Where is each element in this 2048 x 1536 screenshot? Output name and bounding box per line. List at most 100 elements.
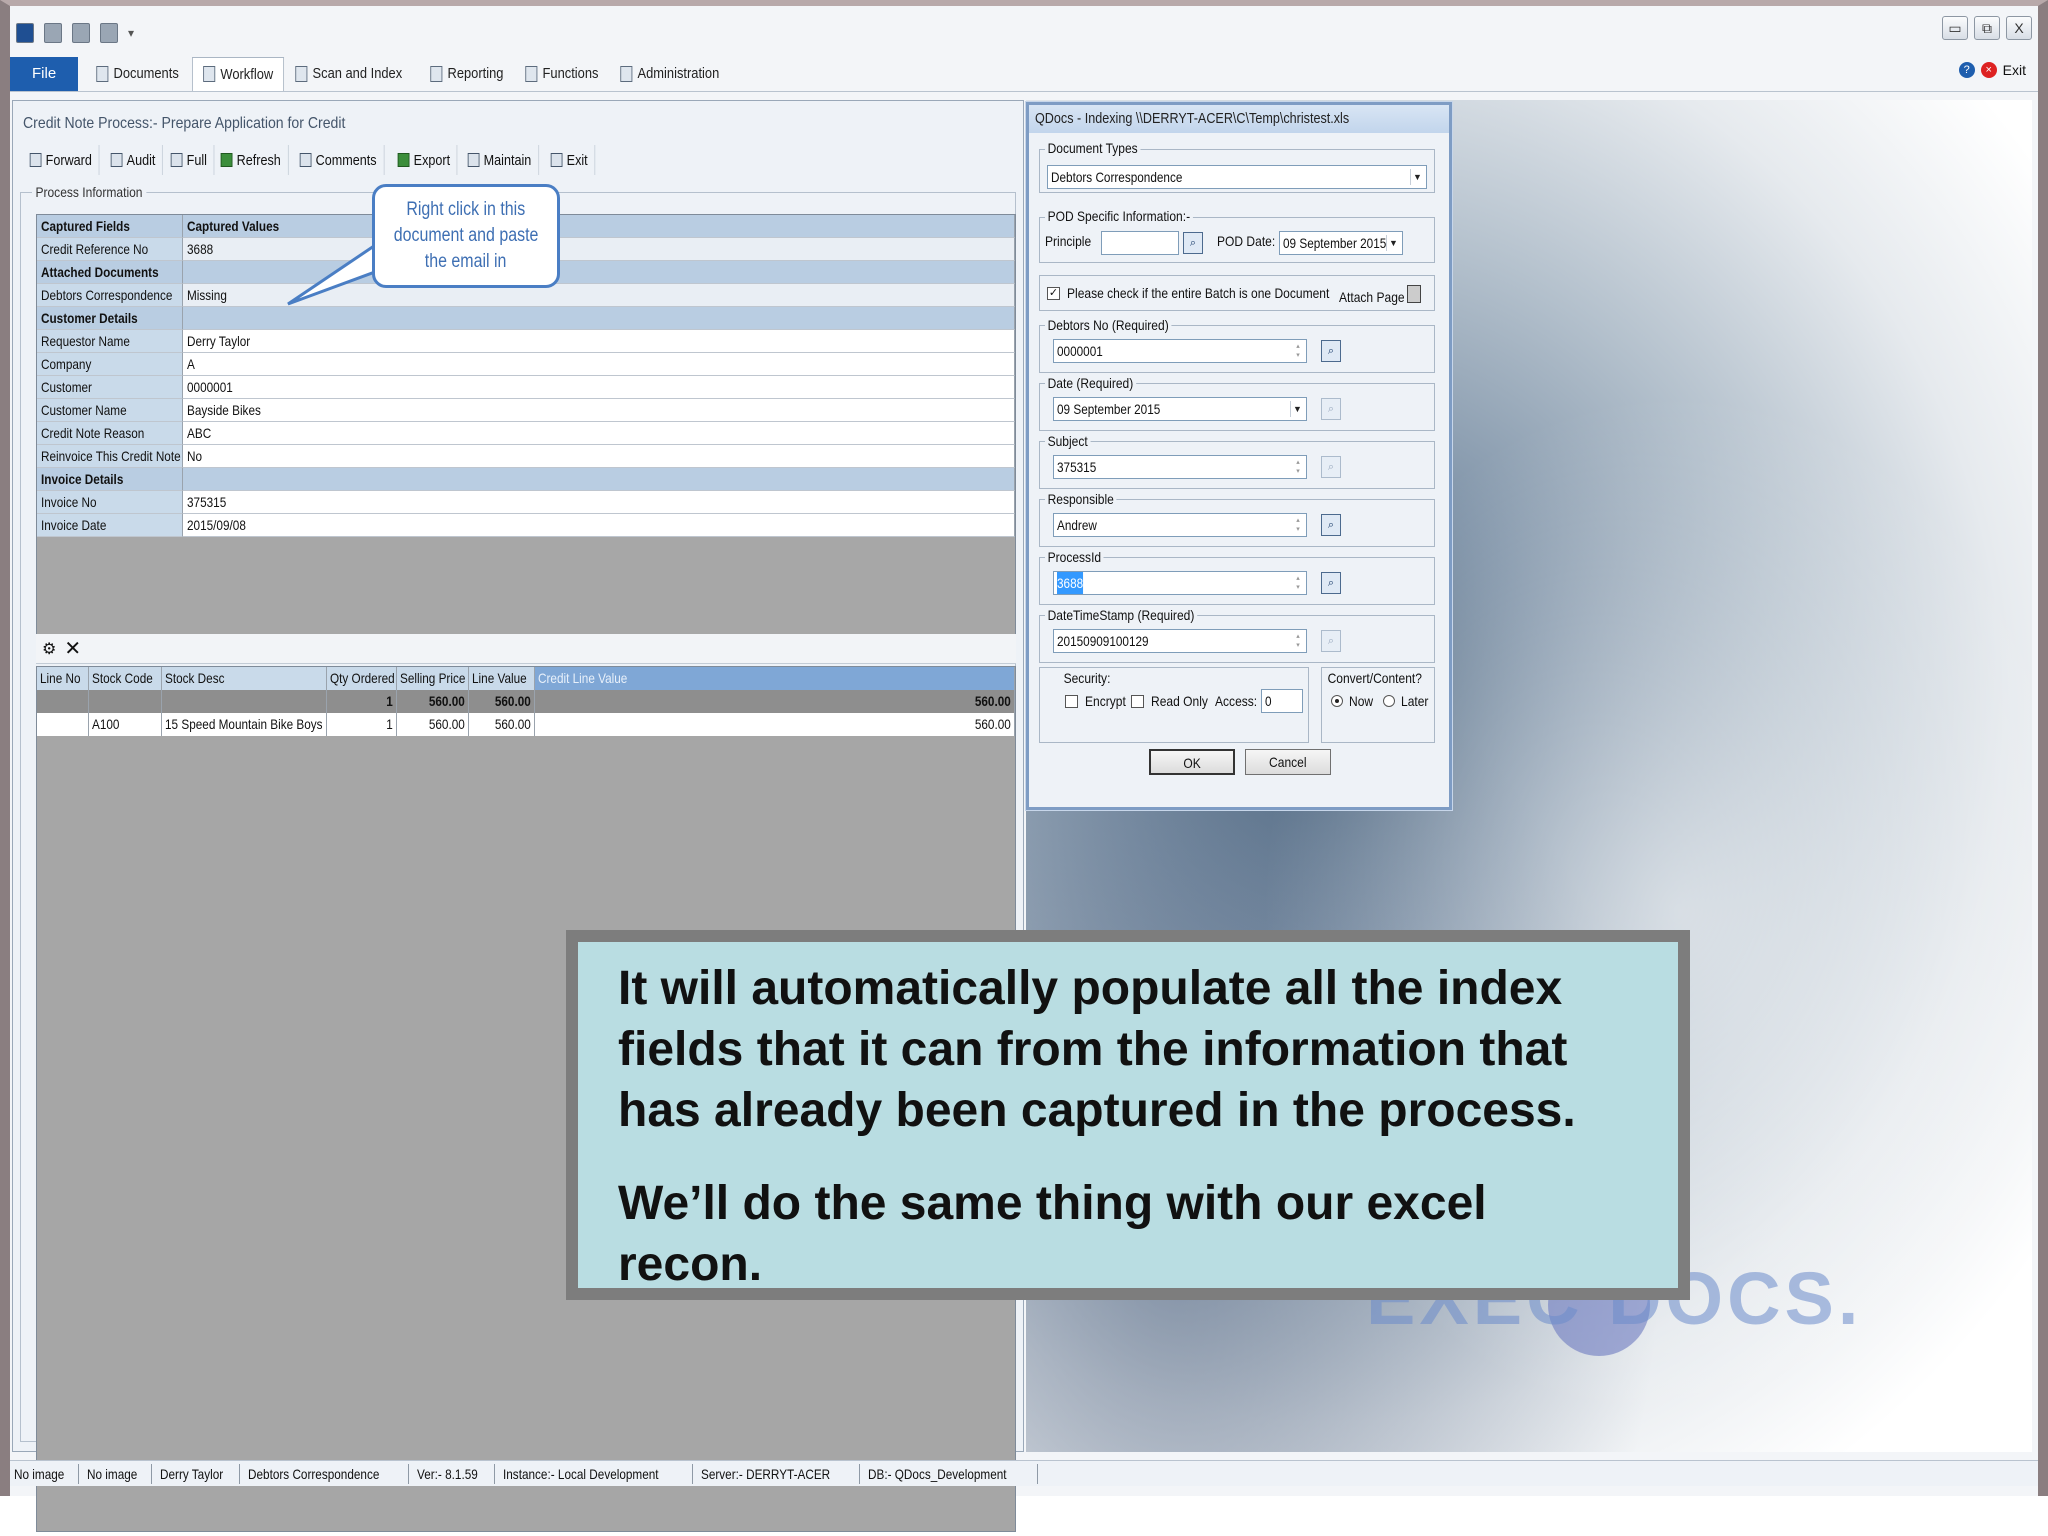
- lines-totals-row[interactable]: 1 560.00 560.00 560.00: [37, 690, 1015, 713]
- help-icon[interactable]: ?: [1958, 62, 1975, 78]
- field-value[interactable]: Derry Taylor: [183, 330, 1015, 353]
- lookup-icon[interactable]: ⌕: [1321, 398, 1341, 420]
- field-value[interactable]: 2015/09/08: [183, 514, 1015, 537]
- tab-file[interactable]: File: [10, 56, 79, 91]
- index-field-input[interactable]: 3688 ▴ ▾: [1053, 571, 1307, 595]
- lookup-icon[interactable]: ⌕: [1321, 340, 1341, 362]
- spinner-icon[interactable]: ▴ ▾: [1293, 342, 1303, 360]
- app-icon[interactable]: [16, 23, 34, 43]
- index-field-input[interactable]: Andrew ▴ ▾: [1053, 513, 1307, 537]
- table-row[interactable]: A100 15 Speed Mountain Bike Boys 1 560.00 56…: [37, 713, 1015, 736]
- index-field-label: Responsible: [1045, 491, 1117, 507]
- line-cell: 1: [327, 690, 397, 713]
- now-label: Now: [1349, 693, 1374, 709]
- tab-administration[interactable]: Administration: [610, 57, 730, 91]
- spinner-icon[interactable]: ▴ ▾: [1293, 574, 1303, 592]
- access-input[interactable]: 0: [1261, 689, 1303, 713]
- field-value[interactable]: No: [183, 445, 1015, 468]
- audit-button[interactable]: Audit: [104, 145, 163, 175]
- cancel-button[interactable]: Cancel: [1245, 749, 1331, 775]
- principle-input[interactable]: [1101, 231, 1179, 255]
- grid-field-row[interactable]: Reinvoice This Credit Note No: [37, 445, 1015, 468]
- index-field-input[interactable]: 375315 ▴ ▾: [1053, 455, 1307, 479]
- exit-link[interactable]: Exit: [2003, 62, 2026, 78]
- field-name: Company: [37, 353, 183, 376]
- pod-date-picker[interactable]: 09 September 2015 ▼: [1279, 231, 1403, 255]
- tab-workflow[interactable]: Workflow: [192, 56, 285, 91]
- grid-field-row[interactable]: Invoice No 375315: [37, 491, 1015, 514]
- functions-icon: [525, 65, 538, 82]
- forward-button[interactable]: Forward: [23, 145, 100, 175]
- chevron-down-icon[interactable]: ▼: [1410, 169, 1424, 185]
- tab-scan-and-index[interactable]: Scan and Index: [285, 57, 412, 91]
- comments-button[interactable]: Comments: [293, 145, 385, 175]
- field-value[interactable]: 0000001: [183, 376, 1015, 399]
- column-header[interactable]: Stock Code: [89, 667, 162, 690]
- encrypt-checkbox[interactable]: [1065, 695, 1078, 708]
- column-header[interactable]: Qty Ordered: [327, 667, 397, 690]
- attach-page-button[interactable]: Attach Page: [1339, 289, 1405, 305]
- chevron-down-icon[interactable]: ▼: [1386, 235, 1400, 251]
- close-button[interactable]: X: [2006, 16, 2032, 40]
- full-button[interactable]: Full: [164, 145, 215, 175]
- column-header[interactable]: Line Value: [469, 667, 535, 690]
- index-field-input[interactable]: 09 September 2015 ▼: [1053, 397, 1307, 421]
- indexing-dialog: QDocs - Indexing \\DERRYT-ACER\C\Temp\ch…: [1026, 102, 1452, 810]
- callout-line: the email in: [425, 251, 507, 272]
- customize-dropdown-icon[interactable]: ▾: [128, 26, 134, 40]
- save-icon[interactable]: [44, 23, 62, 43]
- attach-icon[interactable]: [100, 23, 118, 43]
- now-radio[interactable]: [1331, 695, 1343, 707]
- grid-field-row[interactable]: Credit Note Reason ABC: [37, 422, 1015, 445]
- grid-field-row[interactable]: Company A: [37, 353, 1015, 376]
- chevron-down-icon[interactable]: ▼: [1290, 401, 1304, 417]
- column-header[interactable]: Credit Line Value: [535, 667, 1015, 690]
- scan-icon[interactable]: [72, 23, 90, 43]
- grid-field-row[interactable]: Invoice Date 2015/09/08: [37, 514, 1015, 537]
- field-value[interactable]: Bayside Bikes: [183, 399, 1015, 422]
- quick-access-toolbar: ▾: [10, 12, 134, 54]
- field-value[interactable]: ABC: [183, 422, 1015, 445]
- delete-line-icon[interactable]: ✕: [64, 636, 81, 661]
- column-header[interactable]: Selling Price: [397, 667, 469, 690]
- minimize-button[interactable]: ▭: [1942, 16, 1968, 40]
- principle-label: Principle: [1045, 233, 1092, 249]
- exit-button[interactable]: Exit: [544, 145, 595, 175]
- tab-documents[interactable]: Documents: [86, 57, 189, 91]
- read-only-checkbox[interactable]: [1131, 695, 1144, 708]
- grid-field-row[interactable]: Customer 0000001: [37, 376, 1015, 399]
- index-field-input[interactable]: 20150909100129 ▴ ▾: [1053, 629, 1307, 653]
- export-button[interactable]: Export: [391, 145, 459, 175]
- ok-button[interactable]: OK: [1149, 749, 1235, 775]
- spinner-icon[interactable]: ▴ ▾: [1293, 516, 1303, 534]
- lookup-icon[interactable]: ⌕: [1321, 630, 1341, 652]
- lookup-icon[interactable]: ⌕: [1321, 456, 1341, 478]
- tab-reporting[interactable]: Reporting: [420, 57, 514, 91]
- add-line-icon[interactable]: ⚙: [42, 639, 56, 659]
- spinner-icon[interactable]: ▴ ▾: [1293, 632, 1303, 650]
- principle-lookup-icon[interactable]: ⌕: [1183, 232, 1203, 254]
- lines-toolbar: ⚙ ✕: [36, 634, 1016, 664]
- later-radio[interactable]: [1383, 695, 1395, 707]
- refresh-button[interactable]: Refresh: [214, 145, 289, 175]
- document-type-select[interactable]: Debtors Correspondence ▼: [1047, 165, 1427, 189]
- restore-button[interactable]: ⧉: [1974, 16, 2000, 40]
- batch-checkbox[interactable]: ✓: [1047, 287, 1060, 300]
- lookup-icon[interactable]: ⌕: [1321, 572, 1341, 594]
- line-cell: [37, 713, 89, 736]
- maintain-button[interactable]: Maintain: [461, 145, 539, 175]
- trash-icon[interactable]: [1407, 285, 1421, 303]
- tab-functions[interactable]: Functions: [515, 57, 609, 91]
- grid-field-row[interactable]: Customer Name Bayside Bikes: [37, 399, 1015, 422]
- column-header[interactable]: Stock Desc: [162, 667, 327, 690]
- column-header[interactable]: Line No: [37, 667, 89, 690]
- index-field-input[interactable]: 0000001 ▴ ▾: [1053, 339, 1307, 363]
- exit-icon[interactable]: ×: [1980, 62, 1997, 78]
- field-value[interactable]: A: [183, 353, 1015, 376]
- lookup-icon[interactable]: ⌕: [1321, 514, 1341, 536]
- button-label: Comments: [315, 151, 377, 169]
- comments-icon: [299, 153, 312, 167]
- spinner-icon[interactable]: ▴ ▾: [1293, 458, 1303, 476]
- field-value[interactable]: 375315: [183, 491, 1015, 514]
- grid-field-row[interactable]: Requestor Name Derry Taylor: [37, 330, 1015, 353]
